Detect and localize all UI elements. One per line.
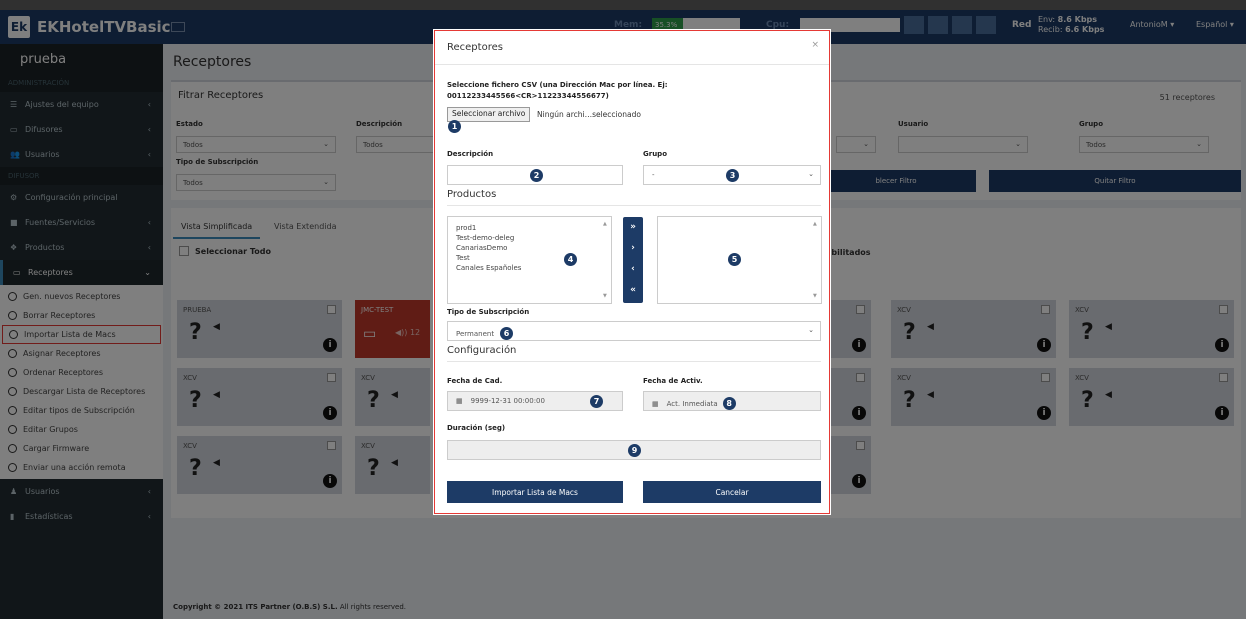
step-badge-1: 1 — [448, 120, 461, 133]
step-badge-9: 9 — [628, 444, 641, 457]
import-macs-button[interactable]: Importar Lista de Macs — [447, 481, 623, 503]
section-divider — [447, 361, 821, 362]
fecha-activ-input[interactable]: ▦ Act. Inmediata 8 — [643, 391, 821, 411]
modal-title: Receptores — [447, 42, 503, 53]
selected-products-list[interactable]: 5 ▲ ▼ — [657, 216, 822, 304]
product-option[interactable]: prod1 — [456, 223, 603, 233]
select-file-button[interactable]: Seleccionar archivo — [447, 107, 531, 122]
list-scrollbar[interactable]: ▲ ▼ — [603, 219, 609, 301]
product-option[interactable]: Canales Españoles — [456, 263, 603, 273]
fecha-activ-value: Act. Inmediata — [666, 400, 718, 408]
grupo-label: Grupo — [643, 150, 668, 158]
fecha-cad-input[interactable]: ▦ 9999-12-31 00:00:00 7 — [447, 391, 623, 411]
step-badge-3: 3 — [726, 169, 739, 182]
move-all-left-button[interactable]: « — [623, 280, 643, 301]
step-badge-8: 8 — [722, 397, 736, 410]
product-option[interactable]: Test — [456, 253, 603, 263]
descripcion-input[interactable]: 2 — [447, 165, 623, 185]
csv-label: Seleccione fichero CSV (una Dirección Ma… — [447, 81, 668, 89]
file-state: Ningún archi…seleccionado — [537, 110, 641, 119]
duracion-label: Duración (seg) — [447, 424, 506, 432]
step-badge-7: 7 — [590, 395, 603, 408]
scroll-up-icon[interactable]: ▲ — [603, 219, 607, 229]
step-badge-4: 4 — [564, 253, 577, 266]
scroll-down-icon[interactable]: ▼ — [813, 291, 817, 301]
step-badge-2: 2 — [530, 169, 543, 182]
csv-example: 00112233445566<CR>11223344556677) — [447, 92, 609, 100]
list-scrollbar[interactable]: ▲ ▼ — [813, 219, 819, 301]
move-buttons: » › ‹ « — [623, 217, 643, 303]
descripcion-label: Descripción — [447, 150, 494, 158]
grupo-select[interactable]: - 3 ⌄ — [643, 165, 821, 185]
chevron-down-icon: ⌄ — [808, 326, 814, 334]
productos-section-title: Productos — [447, 189, 497, 200]
step-badge-6: 6 — [500, 327, 514, 340]
tipo-subscripcion-value: Permanent — [456, 330, 495, 338]
fecha-activ-label: Fecha de Activ. — [643, 377, 703, 385]
calendar-icon: ▦ — [456, 397, 463, 405]
product-option[interactable]: CanariasDemo — [456, 243, 603, 253]
chevron-down-icon: ⌄ — [808, 170, 814, 178]
cancel-button[interactable]: Cancelar — [643, 481, 821, 503]
tipo-subscripcion-select[interactable]: Permanent 6 ⌄ — [447, 321, 821, 341]
move-left-button[interactable]: ‹ — [623, 259, 643, 280]
close-icon[interactable]: × — [811, 40, 819, 50]
calendar-icon: ▦ — [652, 400, 659, 408]
fecha-cad-label: Fecha de Cad. — [447, 377, 503, 385]
import-macs-modal: Receptores × Seleccione fichero CSV (una… — [434, 30, 830, 514]
move-right-button[interactable]: › — [623, 238, 643, 259]
step-badge-5: 5 — [728, 253, 741, 266]
fecha-cad-value: 9999-12-31 00:00:00 — [470, 397, 545, 405]
configuracion-section-title: Configuración — [447, 345, 517, 356]
scroll-up-icon[interactable]: ▲ — [813, 219, 817, 229]
product-option[interactable]: Test-demo-deleg — [456, 233, 603, 243]
move-all-right-button[interactable]: » — [623, 217, 643, 238]
scroll-down-icon[interactable]: ▼ — [603, 291, 607, 301]
available-products-list[interactable]: prod1 Test-demo-deleg CanariasDemo Test … — [447, 216, 612, 304]
duracion-input[interactable]: 9 — [447, 440, 821, 460]
modal-header: Receptores × — [435, 31, 829, 65]
grupo-value: - — [652, 171, 655, 179]
section-divider — [447, 205, 821, 206]
tipo-subscripcion-label: Tipo de Subscripción — [447, 308, 530, 316]
